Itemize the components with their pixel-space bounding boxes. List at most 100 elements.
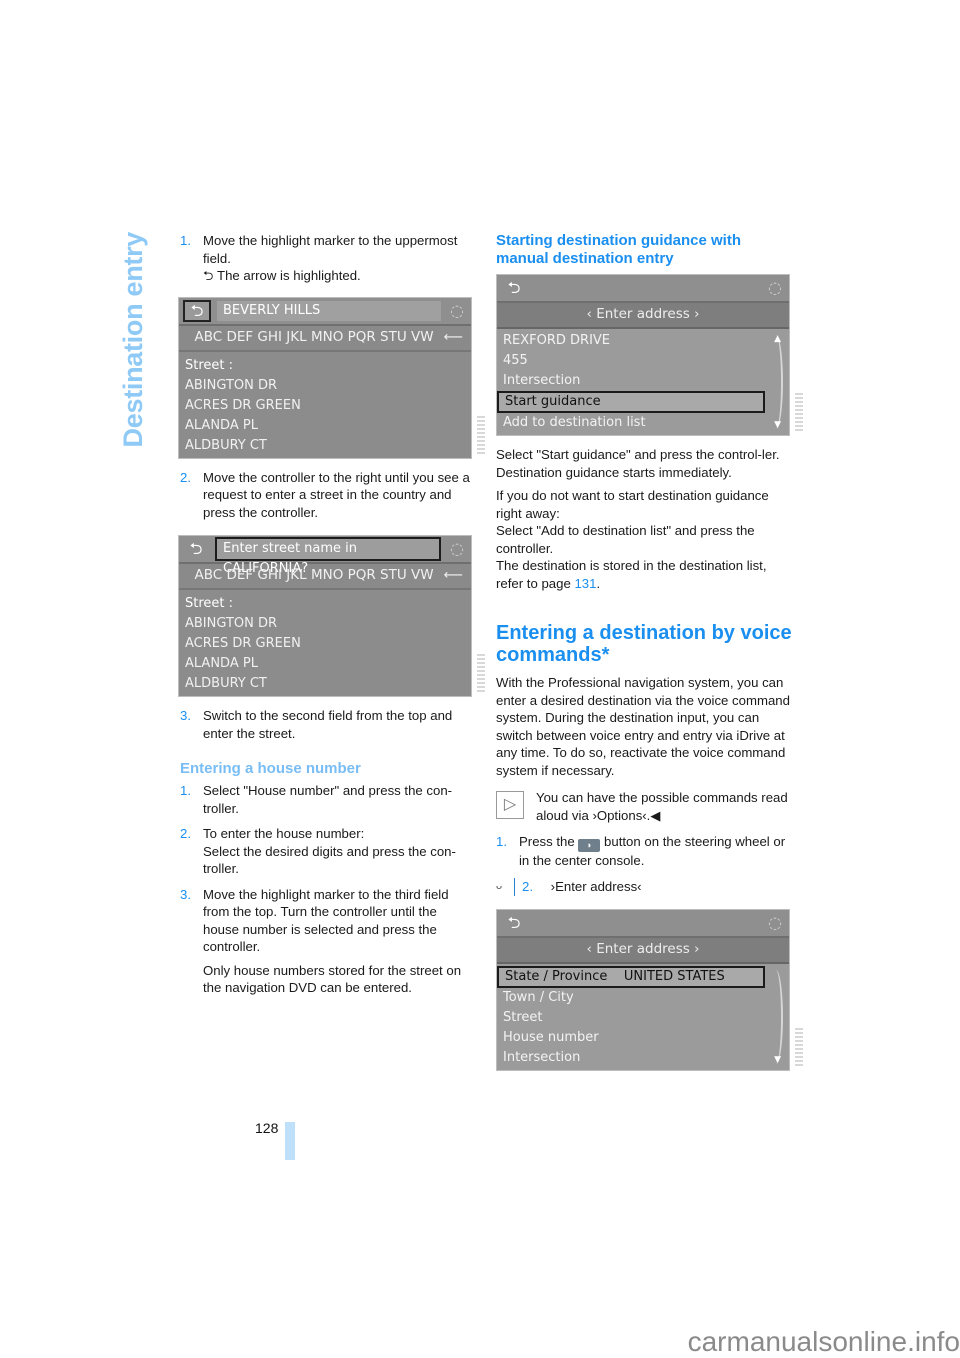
back-arrow-icon[interactable]: ⮌ <box>501 278 527 298</box>
screen-header: ⮌ ◌ <box>497 275 789 303</box>
alphabet-speller[interactable]: ABC DEF GHI JKL MNO PQR STU VW ⟵ <box>179 325 471 352</box>
back-arrow-icon[interactable]: ⮌ <box>183 299 211 322</box>
paragraph: Destination guidance starts immediately. <box>496 464 732 480</box>
note: ▷ You can have the possible commands rea… <box>496 789 792 825</box>
list-item[interactable]: Street <box>497 1008 765 1028</box>
step-text: Select "House number" and press the con-… <box>203 783 453 816</box>
text: . <box>596 575 601 591</box>
enter-icon[interactable]: ⟵ <box>444 567 463 585</box>
watermark: carmanualsonline.info <box>687 1326 960 1357</box>
step-subtext: Only house numbers stored for the street… <box>203 962 462 996</box>
scroll-down-icon[interactable]: ▼ <box>774 417 781 435</box>
controller-icon: ◌ <box>450 539 464 559</box>
idrive-screen-enter-address-fields: ⮌ ◌ ‹ Enter address › State / Province U… <box>496 909 803 1071</box>
controller-icon: ◌ <box>768 278 782 298</box>
back-arrow-icon[interactable]: ⮌ <box>183 539 209 559</box>
list-item[interactable]: ALANDA PL <box>185 654 471 674</box>
idrive-screen-beverly-hills: ⮌ BEVERLY HILLS ◌ ABC DEF GHI JKL MNO PQ… <box>178 296 485 459</box>
screen-header: ⮌ BEVERLY HILLS ◌ <box>179 297 471 326</box>
idrive-screen-california: ⮌ Enter street name in CALIFORNIA? ◌ ABC… <box>178 535 485 697</box>
list-label: Street : <box>185 596 234 611</box>
image-code <box>795 1028 803 1066</box>
list-item[interactable]: Town / City <box>497 988 765 1008</box>
screen-header: ⮌ Enter street name in CALIFORNIA? ◌ <box>179 536 471 576</box>
start-guidance-item[interactable]: Start guidance <box>497 391 765 413</box>
tab-left-icon: ‹ <box>586 306 597 323</box>
list-item[interactable]: 455 <box>497 351 765 371</box>
step-text: ›Enter address‹ <box>550 878 642 894</box>
alphabet-letters[interactable]: ABC DEF GHI JKL MNO PQR STU VW <box>194 329 433 347</box>
side-section-title: Destination entry <box>118 232 158 482</box>
step-2: 2. Move the controller to the right unti… <box>180 469 476 522</box>
side-title-text: Destination entry <box>118 232 148 448</box>
note-play-icon: ▷ <box>496 791 524 819</box>
list-item[interactable]: ALDBURY CT <box>185 674 471 694</box>
state-province-item[interactable]: State / Province UNITED STATES <box>497 966 765 988</box>
voice-heading: Entering a destination by voice commands… <box>496 622 792 666</box>
house-step-3: 3. Move the highlight marker to the thir… <box>180 886 476 997</box>
list-item[interactable]: House number <box>497 1028 765 1048</box>
street-list: Street : ABINGTON DR ACRES DR GREEN ALAN… <box>179 590 471 696</box>
list-item[interactable]: Intersection <box>497 371 765 391</box>
voice-button-icon: ◗ <box>578 839 601 852</box>
left-column: 1. Move the highlight marker to the uppe… <box>178 232 485 1005</box>
image-code <box>795 393 803 431</box>
scrollbar[interactable] <box>769 335 783 429</box>
tab-right-icon: › <box>689 306 700 323</box>
guidance-heading: Starting destination guidance with manua… <box>496 232 742 267</box>
step-number: 1. <box>496 834 507 849</box>
controller-icon: ◌ <box>768 913 782 933</box>
step-text: Move the highlight marker to the third f… <box>203 886 449 955</box>
house-number-heading: Entering a house number <box>180 760 361 777</box>
add-to-destination-list-item[interactable]: Add to destination list <box>497 413 765 433</box>
paragraph: Select "Add to destination list" and pre… <box>496 523 755 556</box>
tab-label: Enter address <box>596 306 690 323</box>
list-item[interactable]: ALDBURY CT <box>185 436 471 456</box>
list-label: Street : <box>185 357 234 373</box>
tab-enter-address[interactable]: ‹ Enter address › <box>497 303 789 329</box>
house-step-1: 1. Select "House number" and press the c… <box>180 782 476 817</box>
scrollbar[interactable] <box>769 970 783 1064</box>
p-add-to-list: If you do not want to start destination … <box>496 487 792 592</box>
p-select-start: Select "Start guidance" and press the co… <box>496 446 792 481</box>
step-3: 3. Switch to the second field from the t… <box>180 707 476 742</box>
step-number: 2. <box>180 469 191 485</box>
address-list: REXFORD DRIVE 455 Intersection Start gui… <box>497 329 789 435</box>
scroll-down-icon[interactable]: ▼ <box>774 1052 781 1070</box>
street-request-field[interactable]: Enter street name in CALIFORNIA? <box>215 537 441 576</box>
step-text: Press the <box>519 834 579 849</box>
idrive-screen-enter-address-guidance: ⮌ ◌ ‹ Enter address › REXFORD DRIVE 455 … <box>496 274 803 436</box>
enter-icon[interactable]: ⟵ <box>444 329 463 347</box>
image-code <box>477 654 485 692</box>
step-number: 3. <box>180 886 191 902</box>
list-item[interactable]: ALANDA PL <box>185 416 471 436</box>
step-number: 2. <box>522 878 533 894</box>
step-1: 1. Move the highlight marker to the uppe… <box>180 232 476 285</box>
voice-command-icon: ᴗ <box>496 877 515 896</box>
alphabet-speller[interactable]: ABC DEF GHI JKL MNO PQR STU VW ⟵ <box>179 564 471 590</box>
page-link[interactable]: 131 <box>574 576 596 591</box>
step-text: To enter the house number: <box>203 826 365 841</box>
tab-right-icon: › <box>689 941 700 958</box>
list-item[interactable]: ABINGTON DR <box>185 376 471 396</box>
list-item[interactable]: ACRES DR GREEN <box>185 396 471 416</box>
list-item[interactable]: ABINGTON DR <box>185 614 471 634</box>
tab-label: Enter address <box>596 941 690 958</box>
list-item[interactable]: Intersection <box>497 1048 765 1068</box>
list-item[interactable]: REXFORD DRIVE <box>497 331 765 351</box>
step-text: Move the controller to the right until y… <box>203 469 470 520</box>
tab-enter-address[interactable]: ‹ Enter address › <box>497 938 789 964</box>
location-field[interactable]: BEVERLY HILLS <box>217 300 441 321</box>
step-subtext: The arrow is highlighted. <box>217 268 361 283</box>
house-step-2: 2. To enter the house number: Select the… <box>180 825 476 878</box>
scroll-up-icon[interactable]: ▲ <box>774 331 781 349</box>
step-number: 3. <box>180 708 191 723</box>
paragraph: Select "Start guidance" and press the co… <box>496 447 780 462</box>
alphabet-letters[interactable]: ABC DEF GHI JKL MNO PQR STU VW <box>194 567 433 585</box>
page-marker-bar <box>285 1122 295 1160</box>
back-arrow-icon[interactable]: ⮌ <box>501 913 527 933</box>
voice-paragraph: With the Professional navigation system,… <box>496 675 790 778</box>
tab-left-icon: ‹ <box>586 941 597 958</box>
list-item[interactable]: ACRES DR GREEN <box>185 634 471 654</box>
step-number: 2. <box>180 826 191 841</box>
